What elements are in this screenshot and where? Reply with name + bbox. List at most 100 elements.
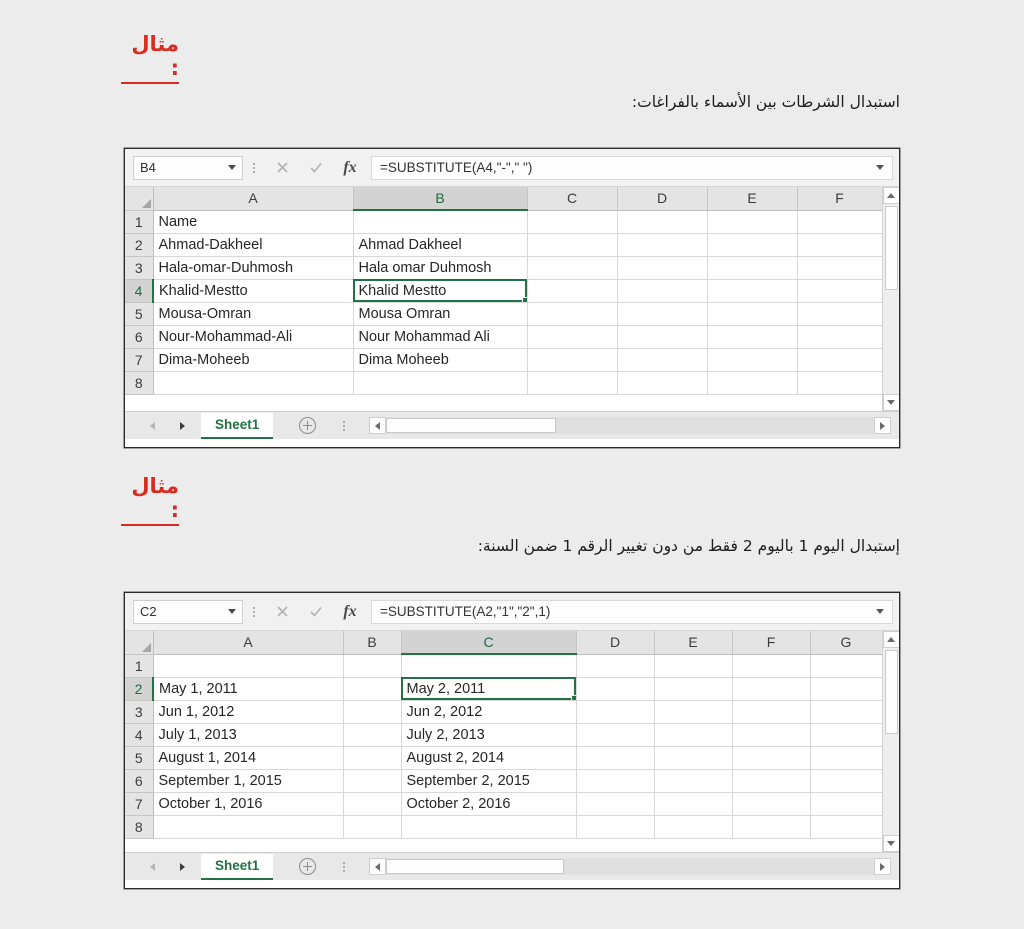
row-header-2[interactable]: 2 [125,233,154,257]
cell-d5[interactable] [576,746,655,770]
cell-d5[interactable] [617,302,708,326]
column-header-a[interactable]: A [153,631,344,655]
vertical-scrollbar-track-2[interactable] [882,734,899,835]
cell-f2[interactable] [797,233,882,257]
cell-e1[interactable] [707,210,798,234]
row-header-8[interactable]: 8 [125,815,154,839]
row-header-8[interactable]: 8 [125,371,154,395]
add-sheet-icon[interactable] [299,858,317,875]
cell-c5[interactable]: August 2, 2014 [401,746,577,770]
cell-g6[interactable] [810,769,882,793]
cell-e1[interactable] [654,654,733,678]
cell-a7[interactable]: Dima-Moheeb [153,348,354,372]
cell-a4[interactable]: Khalid-Mestto [153,279,354,303]
cell-e8[interactable] [707,371,798,395]
row-header-6[interactable]: 6 [125,769,154,793]
scroll-right-icon[interactable] [874,417,891,434]
cell-a6[interactable]: Nour-Mohammad-Ali [153,325,354,349]
vertical-scrollbar-thumb-1[interactable] [884,206,898,290]
vertical-scrollbar-2[interactable] [882,631,899,852]
cell-b2[interactable]: Ahmad Dakheel [353,233,528,257]
row-header-3[interactable]: 3 [125,256,154,280]
column-header-e[interactable]: E [654,631,733,655]
cell-b5[interactable]: Mousa Omran [353,302,528,326]
cell-e5[interactable] [707,302,798,326]
cell-e8[interactable] [654,815,733,839]
cell-c6[interactable] [527,325,618,349]
scroll-left-icon[interactable] [369,858,387,875]
chevron-down-icon[interactable] [228,609,236,614]
cell-c1[interactable] [401,654,577,678]
scroll-left-icon[interactable] [369,417,387,434]
cell-c8[interactable] [401,815,577,839]
cell-e5[interactable] [654,746,733,770]
horizontal-scrollbar-1[interactable] [369,417,891,434]
cell-b8[interactable] [353,371,528,395]
select-all-corner-1[interactable] [125,187,154,211]
cell-c2[interactable] [527,233,618,257]
cell-d4[interactable] [617,279,708,303]
column-header-b[interactable]: B [343,631,402,655]
select-all-corner-2[interactable] [125,631,154,655]
cell-g8[interactable] [810,815,882,839]
cell-d7[interactable] [617,348,708,372]
cell-d2[interactable] [617,233,708,257]
cell-e7[interactable] [654,792,733,816]
cell-b1[interactable] [343,654,402,678]
cell-f8[interactable] [797,371,882,395]
cell-d2[interactable] [576,677,655,701]
cell-f3[interactable] [797,256,882,280]
row-header-5[interactable]: 5 [125,746,154,770]
horizontal-scrollbar-thumb-2[interactable] [386,859,565,874]
cell-d1[interactable] [576,654,655,678]
row-header-3[interactable]: 3 [125,700,154,724]
scroll-down-icon[interactable] [882,835,899,852]
vertical-scrollbar-thumb-2[interactable] [884,650,898,734]
column-header-f[interactable]: F [732,631,811,655]
cell-a8[interactable] [153,371,354,395]
column-header-d[interactable]: D [617,187,708,211]
cell-a8[interactable] [153,815,344,839]
chevron-down-icon[interactable] [228,165,236,170]
expand-formula-bar-icon[interactable] [876,165,884,170]
insert-function-icon[interactable]: fx [333,599,367,625]
cell-f1[interactable] [732,654,811,678]
vertical-scrollbar-1[interactable] [882,187,899,411]
cell-f7[interactable] [732,792,811,816]
cell-c3[interactable]: Jun 2, 2012 [401,700,577,724]
column-header-c[interactable]: C [401,631,577,655]
cell-b5[interactable] [343,746,402,770]
cell-f7[interactable] [797,348,882,372]
scroll-up-icon[interactable] [882,187,899,204]
row-header-4[interactable]: 4 [125,279,154,303]
cell-a2[interactable]: May 1, 2011 [153,677,344,701]
horizontal-scrollbar-thumb-1[interactable] [386,418,557,433]
horizontal-scrollbar-2[interactable] [369,858,891,875]
confirm-icon[interactable] [299,599,333,625]
cell-a5[interactable]: August 1, 2014 [153,746,344,770]
cell-e6[interactable] [707,325,798,349]
cell-b3[interactable]: Hala omar Duhmosh [353,256,528,280]
row-header-6[interactable]: 6 [125,325,154,349]
add-sheet-icon[interactable] [299,417,317,434]
cell-b1[interactable] [353,210,528,234]
cell-c7[interactable]: October 2, 2016 [401,792,577,816]
formula-input-2[interactable]: =SUBSTITUTE(A2,"1","2",1) [371,599,893,624]
row-header-7[interactable]: 7 [125,792,154,816]
cell-d8[interactable] [617,371,708,395]
cell-d3[interactable] [576,700,655,724]
sheet-tab-sheet1[interactable]: Sheet1 [201,412,274,439]
cell-c4[interactable]: July 2, 2013 [401,723,577,747]
cell-g5[interactable] [810,746,882,770]
cell-e3[interactable] [707,256,798,280]
cell-g3[interactable] [810,700,882,724]
cell-c1[interactable] [527,210,618,234]
cell-d7[interactable] [576,792,655,816]
column-header-e[interactable]: E [707,187,798,211]
cell-e4[interactable] [654,723,733,747]
cell-b3[interactable] [343,700,402,724]
column-header-c[interactable]: C [527,187,618,211]
scroll-down-icon[interactable] [882,394,899,411]
column-header-b[interactable]: B [353,187,528,211]
cell-c2[interactable]: May 2, 2011 [401,677,577,701]
